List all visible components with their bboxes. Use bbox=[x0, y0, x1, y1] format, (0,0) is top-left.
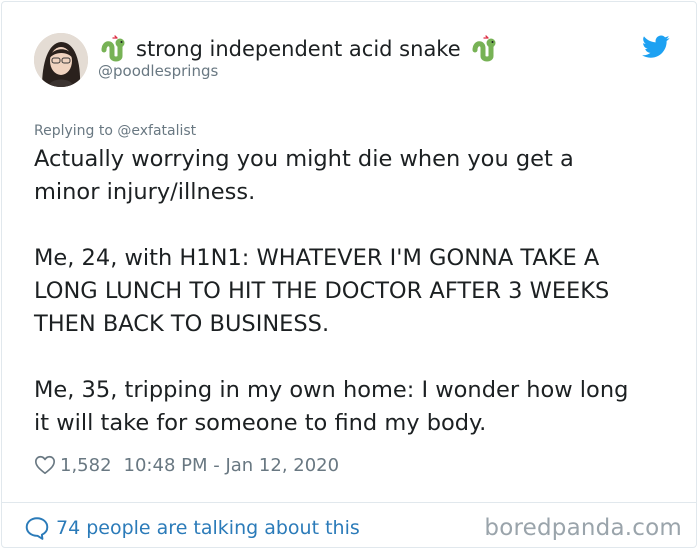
divider bbox=[2, 502, 696, 503]
snake-icon bbox=[101, 35, 125, 62]
twitter-bird-icon[interactable] bbox=[642, 35, 670, 59]
tweet-line: it will take for someone to find my body… bbox=[34, 410, 487, 436]
tweet-line: Me, 35, tripping in my own home: I wonde… bbox=[34, 377, 629, 403]
avatar[interactable] bbox=[34, 33, 88, 87]
tweet-line: minor injury/illness. bbox=[34, 179, 256, 205]
timestamp[interactable]: 10:48 PM - Jan 12, 2020 bbox=[124, 455, 340, 476]
avatar-photo bbox=[34, 33, 88, 87]
tweet-line: Me, 24, with H1N1: WHATEVER I'M GONNA TA… bbox=[34, 245, 600, 271]
tweet-line: Actually worrying you might die when you… bbox=[34, 146, 574, 172]
watermark: boredpanda.com bbox=[484, 515, 682, 541]
tweet-card: strong independent acid snake @poodlespr… bbox=[1, 1, 697, 548]
snake-icon bbox=[472, 35, 496, 62]
heart-icon[interactable] bbox=[34, 454, 56, 476]
reply-context: Replying to @exfatalist bbox=[34, 123, 197, 139]
display-name: strong independent acid snake bbox=[136, 37, 461, 61]
conversation-link[interactable]: 74 people are talking about this bbox=[24, 514, 360, 542]
like-count[interactable]: 1,582 bbox=[60, 455, 112, 476]
user-handle[interactable]: @poodlesprings bbox=[98, 62, 218, 80]
speech-bubble-icon bbox=[25, 517, 49, 540]
tweet-line: THEN BACK TO BUSINESS. bbox=[34, 311, 330, 337]
tweet-line: LONG LUNCH TO HIT THE DOCTOR AFTER 3 WEE… bbox=[34, 278, 610, 304]
tweet-meta: 1,582 10:48 PM - Jan 12, 2020 bbox=[34, 452, 339, 478]
conversation-label: 74 people are talking about this bbox=[56, 517, 360, 539]
author-name-row[interactable]: strong independent acid snake bbox=[98, 34, 499, 64]
tweet-text: Actually worrying you might die when you… bbox=[34, 143, 684, 440]
